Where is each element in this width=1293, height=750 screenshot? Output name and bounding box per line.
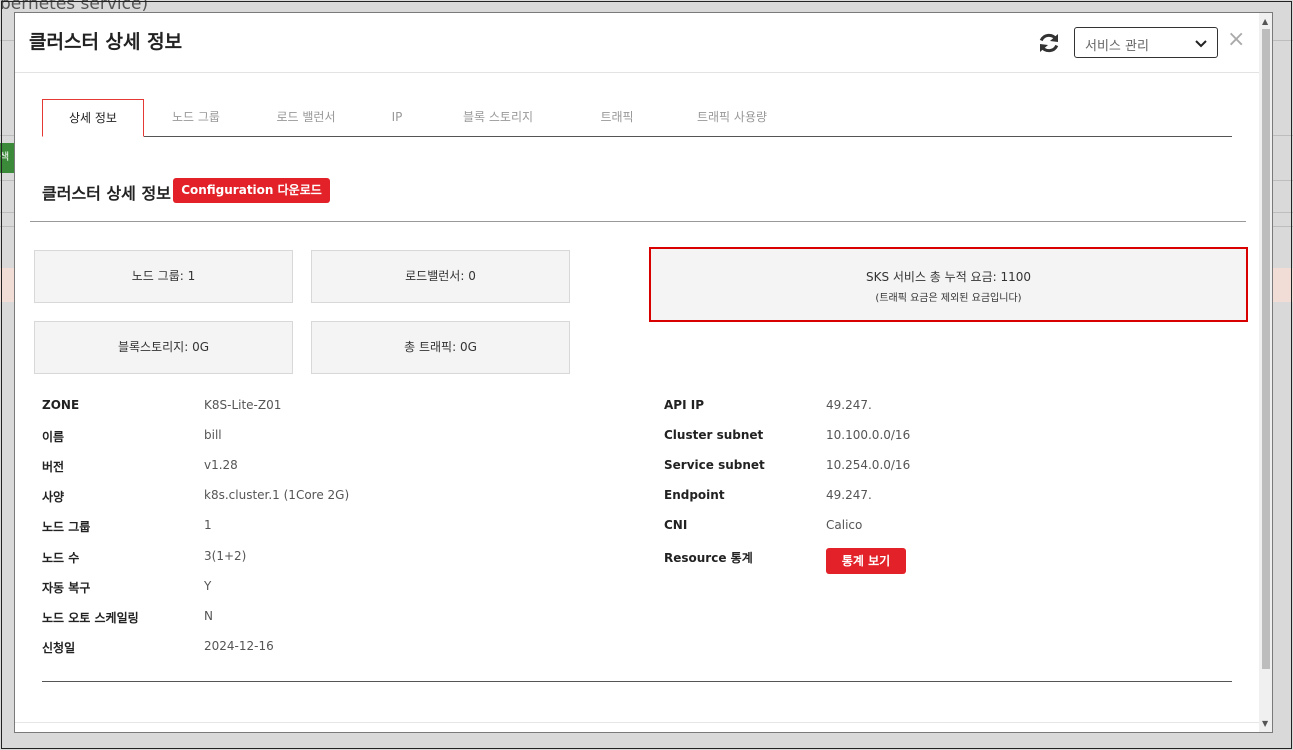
- detail-value: 49.247.: [826, 488, 872, 502]
- detail-value: 49.247.: [826, 398, 872, 412]
- detail-value: 2024-12-16: [204, 639, 274, 653]
- bottom-divider: [42, 681, 1232, 682]
- tab-ip[interactable]: IP: [372, 99, 422, 137]
- detail-label: 신청일: [42, 641, 76, 655]
- stat-load-balancers: 로드밸런서: 0: [311, 250, 570, 303]
- detail-label: 이름: [42, 430, 65, 444]
- configuration-download-button[interactable]: Configuration 다운로드: [173, 178, 330, 203]
- close-button[interactable]: ×: [1227, 29, 1245, 51]
- stat-node-groups: 노드 그룹: 1: [34, 250, 293, 303]
- detail-value: k8s.cluster.1 (1Core 2G): [204, 488, 350, 502]
- detail-label: Resource 통계: [664, 551, 753, 565]
- detail-value: 3(1+2): [204, 549, 247, 563]
- detail-value: bill: [204, 428, 222, 442]
- total-fee-box: SKS 서비스 총 누적 요금: 1100 (트래픽 요금은 제외된 요금입니다…: [649, 247, 1248, 322]
- detail-value: 10.254.0.0/16: [826, 458, 911, 472]
- tab-traffic-usage[interactable]: 트래픽 사용량: [666, 99, 798, 137]
- detail-label: Service subnet: [664, 458, 765, 472]
- service-select-value: 서비스 관리: [1085, 39, 1149, 54]
- detail-value: N: [204, 609, 213, 623]
- footer-divider: [15, 722, 1259, 723]
- tab-load-balancers[interactable]: 로드 밸런서: [250, 99, 362, 137]
- detail-label: 노드 그룹: [42, 520, 91, 534]
- tab-details[interactable]: 상세 정보: [42, 99, 144, 137]
- chevron-down-icon: [1195, 37, 1207, 52]
- modal-header: 클러스터 상세 정보 서비스 관리 ×: [15, 13, 1259, 73]
- detail-label: Endpoint: [664, 488, 725, 502]
- service-management-select[interactable]: 서비스 관리: [1074, 27, 1218, 58]
- detail-value: 10.100.0.0/16: [826, 428, 911, 442]
- detail-label: 버전: [42, 460, 65, 474]
- detail-label: CNI: [664, 518, 688, 532]
- cluster-detail-modal: 클러스터 상세 정보 서비스 관리 × 상세 정보 노드 그룹 로드 밸런서 I…: [14, 12, 1273, 733]
- fee-note: (트래픽 요금은 제외된 요금입니다): [875, 293, 1022, 304]
- tab-block-storage[interactable]: 블록 스토리지: [438, 99, 558, 137]
- detail-value: Y: [204, 579, 212, 593]
- modal-title: 클러스터 상세 정보: [29, 31, 183, 53]
- refresh-icon: [1039, 33, 1059, 53]
- close-icon: ×: [1227, 27, 1246, 52]
- tab-bar: 상세 정보 노드 그룹 로드 밸런서 IP 블록 스토리지 트래픽 트래픽 사용…: [42, 99, 1232, 137]
- detail-value: 1: [204, 518, 212, 532]
- detail-label: 자동 복구: [42, 581, 91, 595]
- stat-total-traffic: 총 트래픽: 0G: [311, 321, 570, 374]
- detail-value: Calico: [826, 518, 863, 532]
- scroll-up-icon[interactable]: ▲: [1262, 17, 1268, 26]
- scroll-down-icon[interactable]: ▼: [1262, 719, 1268, 728]
- detail-label: 노드 오토 스케일링: [42, 611, 139, 625]
- section-divider: [30, 221, 1246, 222]
- scroll-thumb[interactable]: [1262, 29, 1270, 669]
- section-title: 클러스터 상세 정보: [42, 184, 171, 203]
- total-fee-text: SKS 서비스 총 누적 요금: 1100: [865, 270, 1032, 284]
- tab-node-groups[interactable]: 노드 그룹: [144, 99, 248, 137]
- tab-traffic[interactable]: 트래픽: [572, 99, 662, 137]
- detail-label: 사양: [42, 490, 65, 504]
- refresh-button[interactable]: [1037, 31, 1061, 55]
- view-stats-button[interactable]: 통계 보기: [826, 548, 906, 574]
- detail-label: 노드 수: [42, 551, 80, 565]
- detail-label: ZONE: [42, 398, 80, 412]
- detail-value: v1.28: [204, 458, 238, 472]
- vertical-scrollbar[interactable]: ▲ ▼: [1259, 13, 1272, 732]
- detail-value: K8S-Lite-Z01: [204, 398, 282, 412]
- stat-block-storage: 블록스토리지: 0G: [34, 321, 293, 374]
- detail-label: API IP: [664, 398, 704, 412]
- detail-label: Cluster subnet: [664, 428, 764, 442]
- background-button: 색: [0, 143, 14, 173]
